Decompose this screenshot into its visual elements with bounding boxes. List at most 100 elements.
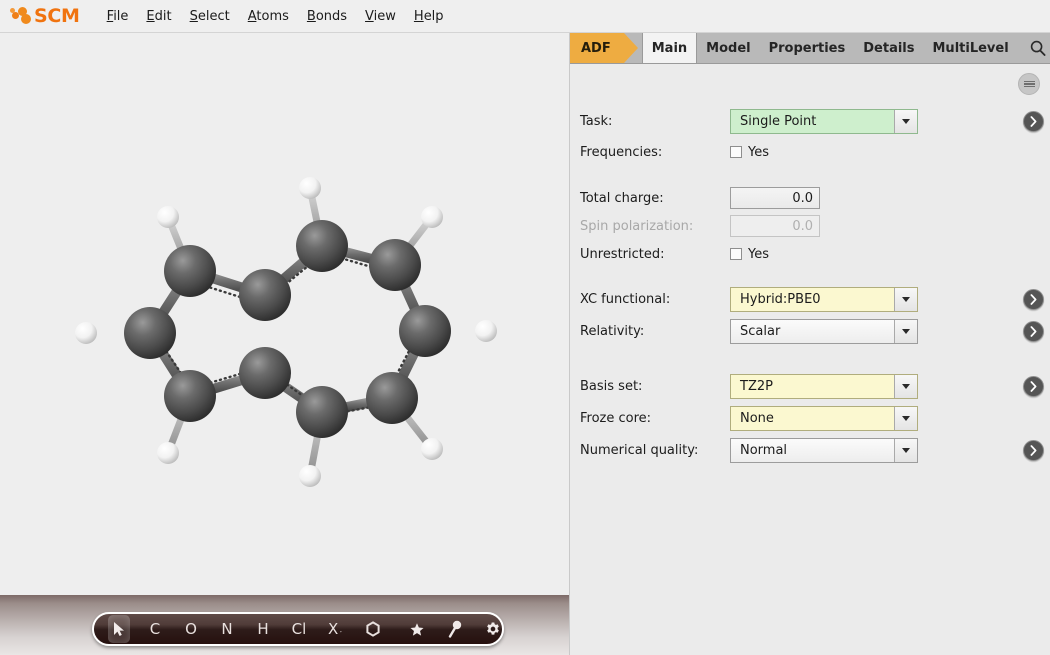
scm-gui-window: SCM File Edit Select Atoms Bonds View He… <box>0 0 1050 655</box>
chevron-right-icon <box>1030 380 1037 392</box>
spin-polarization-control: 0.0 <box>730 215 820 237</box>
task-label: Task: <box>580 113 613 129</box>
scm-logo[interactable]: SCM <box>10 5 80 27</box>
relativity-detail-button[interactable] <box>1023 320 1044 342</box>
numerical-quality-control: Normal <box>730 437 918 463</box>
tab-details[interactable]: Details <box>854 33 923 63</box>
chevron-down-icon <box>340 630 342 632</box>
molecule-viewport[interactable] <box>0 33 569 595</box>
tab-main[interactable]: Main <box>641 33 698 63</box>
search-button[interactable] <box>1018 33 1050 63</box>
basis-set-label: Basis set: <box>580 378 643 394</box>
chlorine-tool[interactable]: Cl <box>288 615 310 643</box>
numerical-quality-detail-button[interactable] <box>1023 439 1044 461</box>
tab-multilevel[interactable]: MultiLevel <box>924 33 1018 63</box>
oxygen-tool[interactable]: O <box>180 615 202 643</box>
numerical-quality-dropdown-arrow[interactable] <box>894 438 917 462</box>
triangle-down-icon <box>902 296 910 302</box>
menu-file[interactable]: File <box>98 5 138 28</box>
hydrogen-tool[interactable]: H <box>252 615 274 643</box>
xc-functional-dropdown[interactable]: Hybrid:PBE0 <box>730 286 918 312</box>
nitrogen-tool[interactable]: N <box>216 615 238 643</box>
panel-tabbar: ADF Main Model Properties Details MultiL… <box>570 33 1050 64</box>
xc-functional-dropdown-arrow[interactable] <box>894 287 917 311</box>
row-frequencies: Frequencies: Yes <box>570 139 1050 165</box>
row-numerical-quality: Numerical quality: Normal <box>570 437 1050 463</box>
basis-set-dropdown-arrow[interactable] <box>894 374 917 398</box>
menu-help[interactable]: Help <box>405 5 453 28</box>
menu-help-label: H <box>413 8 424 24</box>
adf-settings-panel: ADF Main Model Properties Details MultiL… <box>570 33 1050 655</box>
adf-main-form: Task: Single Point Frequencies: Yes Tota… <box>570 108 1050 463</box>
preferences-tool[interactable] <box>482 615 504 643</box>
carbon-atoms <box>124 220 451 438</box>
select-cursor-tool[interactable] <box>108 615 130 643</box>
triangle-down-icon <box>902 415 910 421</box>
xc-functional-detail-button[interactable] <box>1023 288 1044 310</box>
panel-menu-button[interactable] <box>1018 73 1040 95</box>
row-froze-core: Froze core: None <box>570 405 1050 431</box>
numerical-quality-value: Normal <box>731 438 894 462</box>
row-task: Task: Single Point <box>570 108 1050 134</box>
triangle-down-icon <box>902 383 910 389</box>
hexagon-icon <box>366 621 380 637</box>
search-icon <box>1030 40 1046 56</box>
xc-functional-control: Hybrid:PBE0 <box>730 286 918 312</box>
relativity-dropdown[interactable]: Scalar <box>730 318 918 344</box>
menu-bonds[interactable]: Bonds <box>298 5 356 28</box>
tab-adf[interactable]: ADF <box>570 33 638 63</box>
tab-model[interactable]: Model <box>697 33 759 63</box>
scm-logo-icon <box>10 7 32 25</box>
spin-polarization-input: 0.0 <box>730 215 820 237</box>
task-dropdown[interactable]: Single Point <box>730 108 918 134</box>
row-xc-functional: XC functional: Hybrid:PBE0 <box>570 286 1050 312</box>
checkbox-box-icon <box>730 146 742 158</box>
carbon-tool[interactable]: C <box>144 615 166 643</box>
numerical-quality-dropdown[interactable]: Normal <box>730 437 918 463</box>
tab-properties[interactable]: Properties <box>760 33 855 63</box>
total-charge-label: Total charge: <box>580 190 664 206</box>
azulene-molecule <box>75 177 497 487</box>
froze-core-value: None <box>731 406 894 430</box>
frequencies-checkbox-label: Yes <box>748 144 769 160</box>
unrestricted-checkbox-label: Yes <box>748 246 769 262</box>
ring-tool[interactable] <box>362 615 384 643</box>
menu-atoms[interactable]: Atoms <box>239 5 298 28</box>
unrestricted-checkbox[interactable]: Yes <box>730 247 769 262</box>
triangle-down-icon <box>902 118 910 124</box>
menubar: SCM File Edit Select Atoms Bonds View He… <box>0 0 1050 33</box>
spin-polarization-label: Spin polarization: <box>580 218 694 234</box>
menu-select-label: S <box>189 8 198 24</box>
hamburger-icon <box>1023 79 1035 88</box>
frequencies-checkbox[interactable]: Yes <box>730 145 769 160</box>
chevron-right-icon <box>1030 293 1037 305</box>
star-icon <box>410 622 424 636</box>
scm-logo-text: SCM <box>34 5 80 27</box>
basis-set-dropdown[interactable]: TZ2P <box>730 373 918 399</box>
relativity-dropdown-arrow[interactable] <box>894 319 917 343</box>
total-charge-input[interactable]: 0.0 <box>730 187 820 209</box>
menu-view[interactable]: View <box>356 5 405 28</box>
task-value: Single Point <box>731 109 894 133</box>
row-spin-polarization: Spin polarization: 0.0 <box>570 213 1050 239</box>
triangle-down-icon <box>902 328 910 334</box>
basis-set-value: TZ2P <box>731 374 894 398</box>
froze-core-dropdown-arrow[interactable] <box>894 406 917 430</box>
xc-functional-value: Hybrid:PBE0 <box>731 287 894 311</box>
basis-set-detail-button[interactable] <box>1023 375 1044 397</box>
measure-tool[interactable] <box>444 615 466 643</box>
task-dropdown-arrow[interactable] <box>894 109 917 133</box>
frequencies-control: Yes <box>730 145 769 160</box>
task-detail-button[interactable] <box>1023 110 1044 132</box>
menu-select[interactable]: Select <box>181 5 239 28</box>
menu-edit[interactable]: Edit <box>137 5 180 28</box>
froze-core-dropdown[interactable]: None <box>730 405 918 431</box>
menu-edit-label: E <box>146 8 155 24</box>
froze-core-label: Froze core: <box>580 410 652 426</box>
other-element-tool[interactable]: X <box>324 615 346 643</box>
chevron-right-icon <box>1030 325 1037 337</box>
menu-file-label: F <box>106 8 114 24</box>
other-element-label: X <box>328 620 339 638</box>
favorites-tool[interactable] <box>406 615 428 643</box>
row-total-charge: Total charge: 0.0 <box>570 185 1050 211</box>
